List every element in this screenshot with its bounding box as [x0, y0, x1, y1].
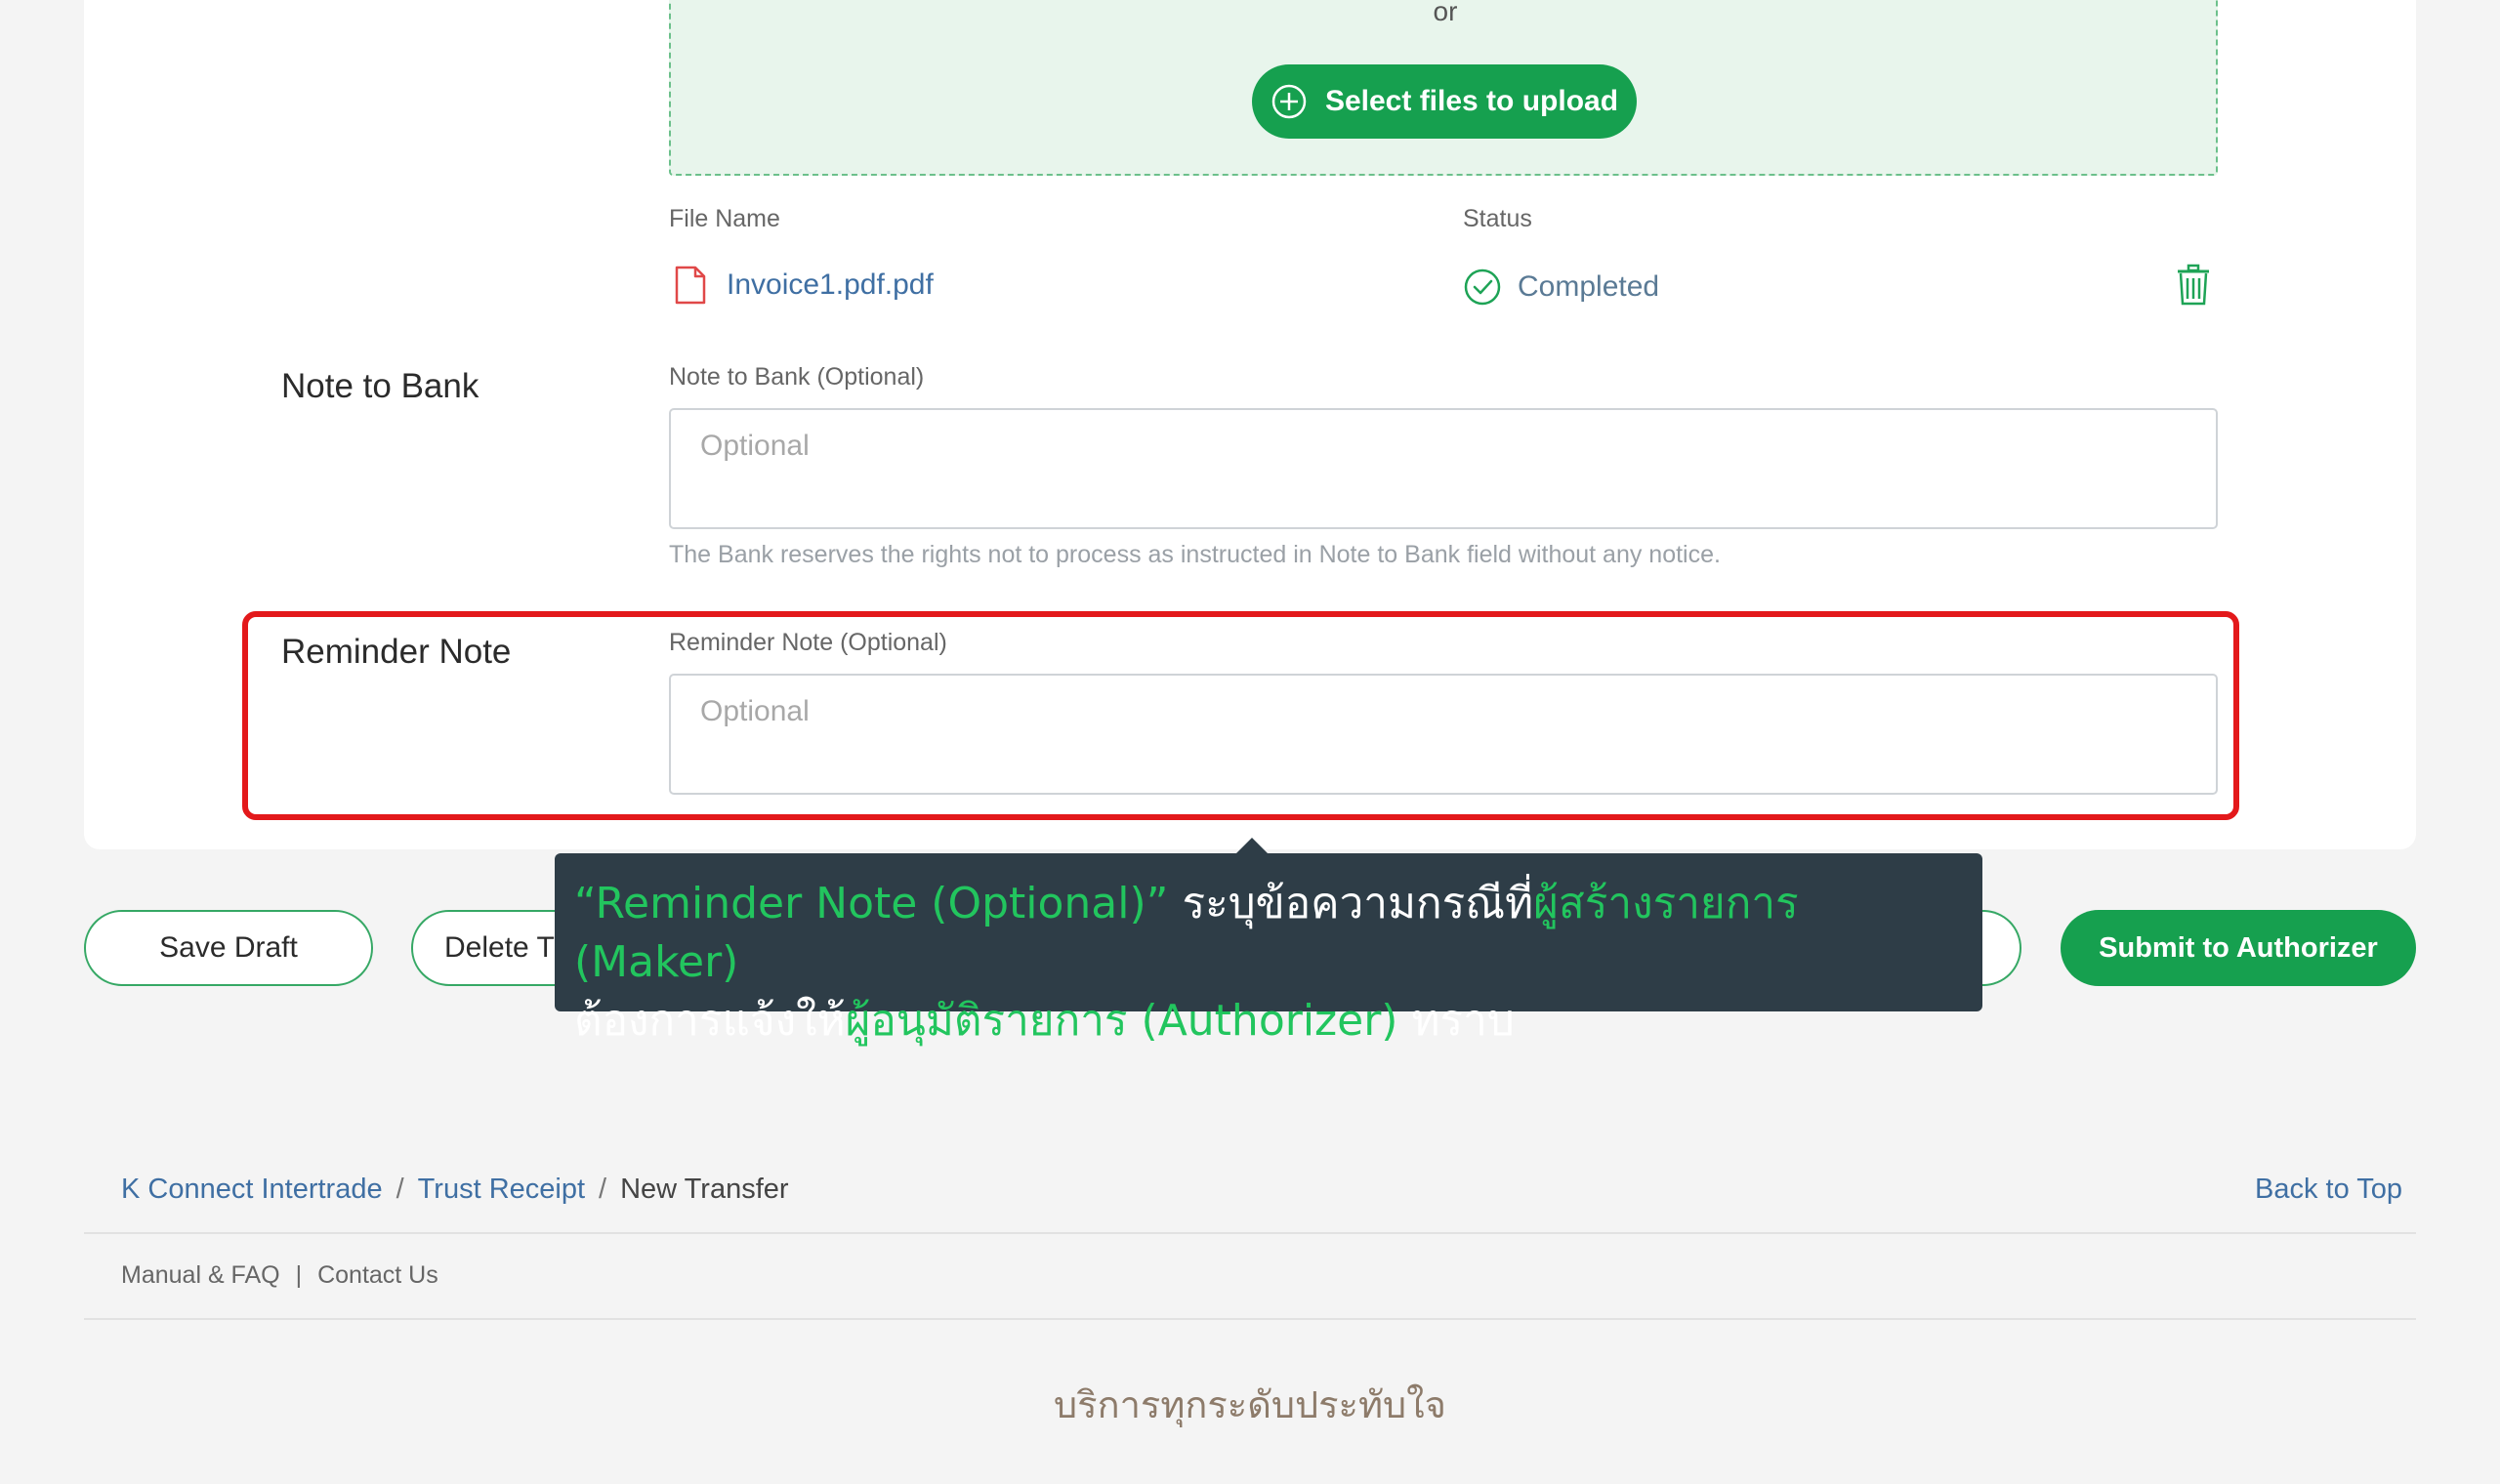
delete-file-button[interactable]	[2176, 264, 2211, 311]
breadcrumb: K Connect Intertrade / Trust Receipt / N…	[121, 1174, 789, 1206]
back-to-top-link[interactable]: Back to Top	[2255, 1174, 2402, 1206]
footer-divider	[84, 1232, 2416, 1234]
help-tooltip: “Reminder Note (Optional)” ระบุข้อความกร…	[555, 853, 1982, 1046]
tooltip-text-3: ทราบ	[1397, 996, 1515, 1046]
breadcrumb-separator: /	[396, 1174, 404, 1205]
pdf-file-icon	[675, 266, 706, 305]
trash-icon	[2178, 264, 2209, 306]
note-to-bank-hint: The Bank reserves the rights not to proc…	[669, 541, 1721, 568]
footer-links: Manual & FAQ | Contact Us	[121, 1261, 438, 1290]
contact-us-link[interactable]: Contact Us	[317, 1261, 438, 1290]
tooltip-text-2: ต้องการแจ้งให้	[574, 996, 846, 1046]
reminder-note-highlight	[242, 611, 2239, 820]
note-to-bank-input[interactable]	[669, 408, 2218, 529]
tooltip-authorizer: ผู้อนุมัติรายการ (Authorizer)	[845, 996, 1398, 1046]
breadcrumb-separator: /	[599, 1174, 607, 1205]
tooltip-text-1: ระบุข้อความกรณีที่	[1168, 879, 1534, 928]
check-circle-icon	[1464, 268, 1501, 306]
note-to-bank-label: Note to Bank (Optional)	[669, 363, 925, 391]
tooltip-field-name: “Reminder Note (Optional)”	[574, 879, 1169, 928]
save-draft-button[interactable]: Save Draft	[84, 910, 373, 986]
select-files-button[interactable]: Select files to upload	[1252, 64, 1637, 139]
breadcrumb-trust-receipt[interactable]: Trust Receipt	[418, 1174, 585, 1206]
slogan-text: บริการทุกระดับประทับใจ	[1054, 1383, 1446, 1426]
footer-separator: |	[295, 1261, 303, 1289]
note-to-bank-title: Note to Bank	[281, 367, 479, 405]
file-name-link[interactable]: Invoice1.pdf.pdf	[727, 268, 934, 302]
submit-to-authorizer-button[interactable]: Submit to Authorizer	[2061, 910, 2416, 986]
file-name-column-header: File Name	[669, 205, 780, 232]
breadcrumb-k-connect[interactable]: K Connect Intertrade	[121, 1174, 383, 1206]
or-separator: or	[1433, 0, 1458, 26]
plus-circle-icon	[1271, 84, 1307, 119]
breadcrumb-current: New Transfer	[620, 1174, 789, 1205]
file-status-text: Completed	[1518, 270, 1660, 303]
file-row: Invoice1.pdf.pdf	[674, 266, 934, 305]
manual-faq-link[interactable]: Manual & FAQ	[121, 1261, 280, 1290]
select-files-label: Select files to upload	[1324, 85, 1619, 117]
footer-divider	[84, 1318, 2416, 1320]
file-status: Completed	[1463, 268, 1659, 307]
status-column-header: Status	[1463, 205, 1532, 232]
